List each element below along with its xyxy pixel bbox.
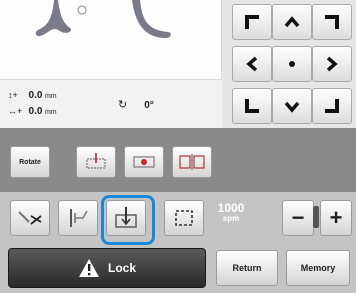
minus-icon: − — [291, 205, 305, 230]
move-up-left-button[interactable] — [232, 4, 272, 40]
control-toolbar: 1000 spm − + Lock Return Memory — [0, 192, 356, 293]
dashed-frame-icon — [175, 210, 193, 226]
chevron-up-icon — [284, 16, 300, 28]
speed-slider-indicator — [313, 206, 319, 228]
move-up-right-button[interactable] — [312, 4, 352, 40]
lock-button-label: Lock — [107, 261, 136, 275]
rotation-angle-value: 0° — [144, 100, 154, 111]
corner-up-left-icon — [245, 15, 259, 29]
lock-button[interactable]: Lock — [8, 248, 206, 288]
speed-readout: 1000 spm — [212, 202, 250, 223]
mirror-button[interactable] — [172, 146, 212, 178]
plus-icon: + — [329, 205, 343, 230]
y-arrows-icon: ↕+ — [8, 90, 18, 100]
move-right-button[interactable] — [312, 46, 352, 82]
return-button-label: Return — [232, 263, 262, 273]
x-position-value: 0.0 — [28, 106, 43, 117]
rotation-readout: ↻ 0° — [118, 98, 154, 111]
y-position-value: 0.0 — [28, 90, 43, 101]
needle-frame-icon — [86, 153, 106, 169]
speed-decrease-button[interactable]: − — [282, 200, 314, 236]
x-position-unit: mm — [44, 109, 57, 116]
chevron-left-icon — [246, 56, 258, 72]
move-down-button[interactable] — [272, 88, 312, 124]
thread-tension-icon — [70, 209, 88, 227]
trial-needle-button[interactable] — [76, 146, 116, 178]
chevron-down-icon — [284, 101, 300, 113]
embroidery-pattern-image — [35, 0, 171, 38]
frame-center-icon — [133, 156, 155, 168]
center-button[interactable] — [272, 46, 312, 82]
warning-triangle-icon — [78, 259, 99, 277]
position-info-panel: ↕+ 0.0 mm ↔+ 0.0 mm ↻ 0° — [0, 80, 222, 128]
rotate-button-label: Rotate — [19, 158, 41, 166]
thread-tension-button[interactable] — [58, 200, 98, 236]
pattern-center-button[interactable] — [124, 146, 164, 178]
edit-toolbar: Rotate — [0, 128, 356, 192]
frame-trace-button[interactable] — [164, 200, 204, 236]
chevron-right-icon — [326, 56, 338, 72]
corner-up-right-icon — [325, 15, 339, 29]
needle-down-icon — [115, 207, 137, 228]
speed-increase-button[interactable]: + — [320, 200, 352, 236]
rotate-icon: ↻ — [118, 99, 128, 111]
corner-down-left-icon — [245, 99, 259, 113]
y-position-unit: mm — [44, 93, 57, 100]
thread-cut-button[interactable] — [10, 200, 50, 236]
move-down-left-button[interactable] — [232, 88, 272, 124]
embroidery-preview — [0, 0, 222, 80]
rotate-button[interactable]: Rotate — [10, 146, 50, 178]
move-direction-pad — [222, 0, 356, 128]
move-down-right-button[interactable] — [312, 88, 352, 124]
y-position-readout: ↕+ 0.0 mm — [8, 90, 57, 101]
center-dot-icon — [289, 61, 295, 67]
scissors-icon — [18, 211, 42, 225]
move-up-button[interactable] — [272, 4, 312, 40]
speed-unit: spm — [222, 214, 240, 223]
memory-button-label: Memory — [300, 263, 336, 273]
move-left-button[interactable] — [232, 46, 272, 82]
corner-down-right-icon — [325, 99, 339, 113]
x-arrows-icon: ↔+ — [8, 106, 23, 116]
speed-value: 1000 — [217, 201, 245, 215]
return-button[interactable]: Return — [216, 250, 278, 286]
mirror-pattern-icon — [179, 154, 205, 170]
x-position-readout: ↔+ 0.0 mm — [8, 106, 57, 117]
needle-position-button[interactable] — [106, 200, 146, 236]
memory-button[interactable]: Memory — [286, 250, 350, 286]
